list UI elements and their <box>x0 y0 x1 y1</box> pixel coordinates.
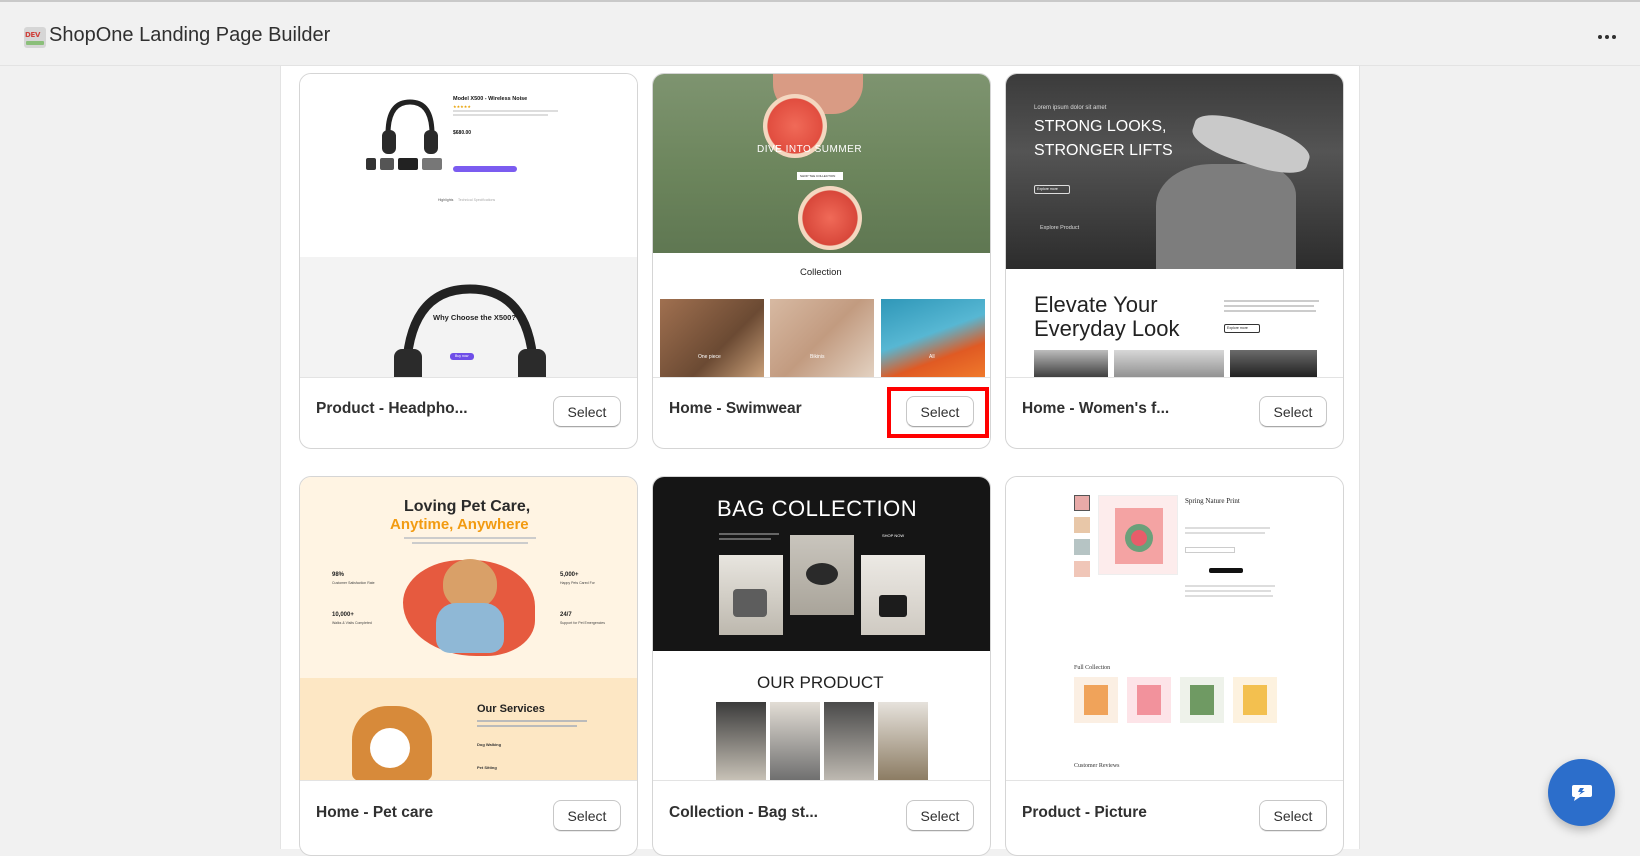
stat-label-pets: Happy Pets Cared For <box>560 581 595 585</box>
more-actions-button[interactable] <box>1592 25 1622 49</box>
our-product-heading: OUR PRODUCT <box>757 673 884 692</box>
template-name: Home - Swimwear <box>669 400 802 417</box>
product-price: $680.00 <box>453 130 472 136</box>
template-card-pet-care: Loving Pet Care, Anytime, Anywhere 98% C… <box>299 476 638 856</box>
more-icon <box>1598 35 1602 39</box>
picture-add-to-cart <box>1209 568 1243 573</box>
product-thumb-4 <box>878 702 928 780</box>
dog-image <box>443 559 497 609</box>
picture-thumb-1 <box>1074 495 1090 511</box>
picture-product-title: Spring Nature Print <box>1185 497 1240 505</box>
bag-hero-cta: SHOP NOW <box>882 533 905 538</box>
app-icon-label: DEV <box>25 31 41 39</box>
select-button-headphones[interactable]: Select <box>553 396 621 427</box>
bag-photo-2 <box>790 535 854 615</box>
feature-section: Why Choose the X500? Buy now <box>300 257 637 377</box>
chat-icon <box>1571 784 1592 801</box>
feature-cta: Buy now <box>455 354 469 358</box>
service-dog-walking: Dog Walking <box>477 742 502 747</box>
bag-hero: BAG COLLECTION SHOP NOW <box>653 477 990 651</box>
services-section: Our Services Dog Walking Pet Sitting <box>300 678 637 780</box>
rating-stars: ★★★★★ <box>453 104 471 109</box>
add-to-cart-button <box>453 166 517 172</box>
hero-title: DIVE INTO SUMMER <box>757 144 863 155</box>
template-gallery: Model X500 - Wireless Noise ★★★★★ $680.0… <box>280 66 1360 856</box>
picture-reviews-heading: Customer Reviews <box>1074 763 1120 769</box>
template-preview-headphones[interactable]: Model X500 - Wireless Noise ★★★★★ $680.0… <box>300 74 637 378</box>
stat-value-walks: 10,000+ <box>332 612 354 618</box>
product-title: Model X500 - Wireless Noise <box>453 96 528 102</box>
product-thumb-2 <box>770 702 820 780</box>
app-title: ShopOne Landing Page Builder <box>49 24 331 46</box>
services-heading: Our Services <box>477 703 545 715</box>
template-card-headphones: Model X500 - Wireless Noise ★★★★★ $680.0… <box>299 73 638 449</box>
fashion-photo-2 <box>1114 350 1224 377</box>
bag-hero-title: BAG COLLECTION <box>717 496 918 521</box>
hero-title-line2: STRONGER LIFTS <box>1034 142 1173 159</box>
explore-link: Explore Product <box>1040 225 1080 231</box>
hero-cta: SHOP THE COLLECTION <box>800 174 836 178</box>
template-preview-swimwear[interactable]: DIVE INTO SUMMER SHOP THE COLLECTION Col… <box>653 74 990 378</box>
picture-main-image <box>1098 495 1178 575</box>
chat-button[interactable] <box>1548 759 1615 826</box>
template-card-womens-fashion: Lorem ipsum dolor sit amet STRONG LOOKS,… <box>1005 73 1344 449</box>
template-preview-bag-store[interactable]: BAG COLLECTION SHOP NOW OUR PRODUCT <box>653 477 990 781</box>
bag-photo-3 <box>861 555 925 635</box>
select-button-swimwear[interactable]: Select <box>906 396 974 427</box>
hero-kicker: Lorem ipsum dolor sit amet <box>1034 105 1107 111</box>
select-button-pet-care[interactable]: Select <box>553 800 621 831</box>
select-button-picture[interactable]: Select <box>1259 800 1327 831</box>
stat-value-satisfaction: 98% <box>332 572 345 578</box>
select-button-womens-fashion[interactable]: Select <box>1259 396 1327 427</box>
picture-collection-heading: Full Collection <box>1074 665 1111 671</box>
bag-photo-1 <box>719 555 783 635</box>
stat-label-satisfaction: Customer Satisfaction Rate <box>332 581 375 585</box>
template-name: Product - Picture <box>1022 804 1147 821</box>
template-preview-pet-care[interactable]: Loving Pet Care, Anytime, Anywhere 98% C… <box>300 477 637 781</box>
collection-heading: Collection <box>800 267 842 278</box>
tab-highlights: Highlights <box>438 198 454 202</box>
template-name: Home - Pet care <box>316 804 434 821</box>
product-thumb-3 <box>824 702 874 780</box>
app-header: DEV ShopOne Landing Page Builder <box>0 0 1640 66</box>
product-thumb-1 <box>716 702 766 780</box>
pet-title-line1: Loving Pet Care, <box>404 498 531 515</box>
feature-heading: Why Choose the X500? <box>433 313 516 322</box>
template-card-bag-store: BAG COLLECTION SHOP NOW OUR PRODUCT Coll… <box>652 476 991 856</box>
template-preview-womens-fashion[interactable]: Lorem ipsum dolor sit amet STRONG LOOKS,… <box>1006 74 1343 378</box>
stat-label-support: Support for Pet Emergencies <box>560 621 605 625</box>
stat-value-support: 24/7 <box>560 612 572 618</box>
collection-item-bikinis: Bikinis <box>770 299 874 377</box>
template-card-picture: Spring Nature Print Full Collection Cust… <box>1005 476 1344 856</box>
collection-print-1 <box>1074 677 1118 723</box>
template-card-swimwear: DIVE INTO SUMMER SHOP THE COLLECTION Col… <box>652 73 991 449</box>
template-name: Home - Women's f... <box>1022 400 1170 417</box>
fashion-photo-3 <box>1230 350 1317 377</box>
headphones-image <box>370 92 450 164</box>
fashion-hero: Lorem ipsum dolor sit amet STRONG LOOKS,… <box>1006 74 1343 269</box>
swimwear-hero: DIVE INTO SUMMER SHOP THE COLLECTION <box>653 74 990 253</box>
collection-item-all: All <box>881 299 985 377</box>
template-preview-picture[interactable]: Spring Nature Print Full Collection Cust… <box>1006 477 1343 781</box>
collection-print-2 <box>1127 677 1171 723</box>
collection-print-4 <box>1233 677 1277 723</box>
collection-item-one-piece: One piece <box>660 299 764 377</box>
headline-line1: Elevate Your <box>1034 292 1158 317</box>
hero-title-line1: STRONG LOOKS, <box>1034 118 1167 135</box>
app-icon: DEV <box>24 27 46 48</box>
collection-print-3 <box>1180 677 1224 723</box>
tab-specs: Technical Specifications <box>458 198 496 202</box>
template-name: Product - Headpho... <box>316 400 468 417</box>
pet-title-line2: Anytime, Anywhere <box>390 516 529 533</box>
service-pet-sitting: Pet Sitting <box>477 765 497 770</box>
headline-line2: Everyday Look <box>1034 316 1180 341</box>
stat-value-pets: 5,000+ <box>560 572 579 578</box>
headline-cta: Explore more <box>1227 326 1248 330</box>
template-name: Collection - Bag st... <box>669 804 818 821</box>
stat-label-walks: Walks & Visits Completed <box>332 621 372 625</box>
fashion-photo-1 <box>1034 350 1108 377</box>
select-button-bag-store[interactable]: Select <box>906 800 974 831</box>
hero-cta: Explore more <box>1037 187 1058 191</box>
